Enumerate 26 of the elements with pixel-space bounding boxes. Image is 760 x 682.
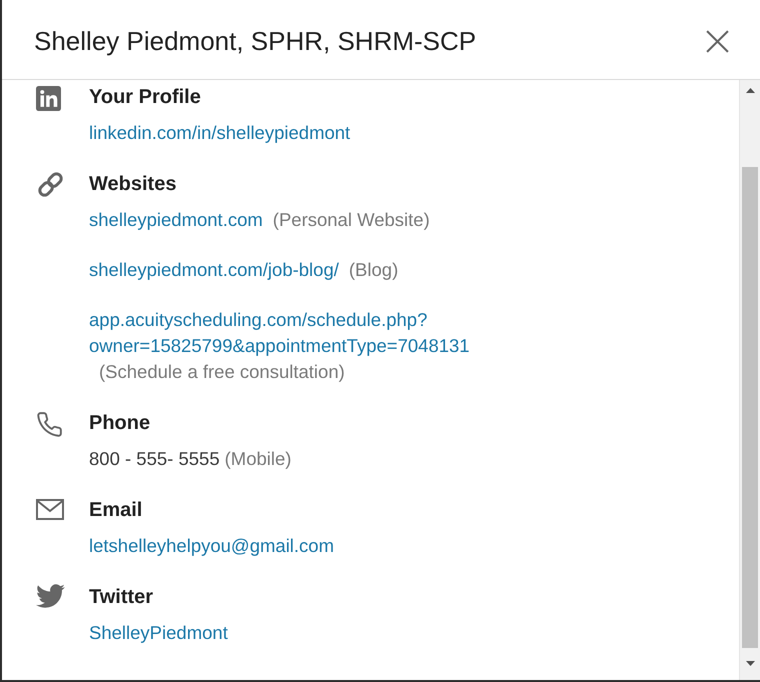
envelope-icon bbox=[36, 499, 64, 520]
section-heading: Phone bbox=[89, 411, 152, 436]
close-icon bbox=[704, 28, 730, 54]
website-link[interactable]: shelleypiedmont.com bbox=[89, 207, 263, 233]
scrollbar-thumb[interactable] bbox=[742, 167, 758, 648]
email-link[interactable]: letshelleyhelpyou@gmail.com bbox=[89, 533, 334, 559]
twitter-handle-link[interactable]: ShelleyPiedmont bbox=[89, 620, 228, 646]
linkedin-icon bbox=[36, 86, 61, 111]
phone-number: 800 - 555- 5555 bbox=[89, 448, 220, 469]
section-heading: Websites bbox=[89, 172, 178, 197]
entry-label: (Schedule a free consultation) bbox=[99, 361, 345, 382]
entry-label: (Blog) bbox=[348, 259, 398, 280]
website-link[interactable]: app.acuityscheduling.com/schedule.php?owner=15825799&appointmentType=7048131 bbox=[89, 307, 470, 359]
entry-label: (Personal Website) bbox=[272, 209, 430, 230]
section-heading: Your Profile bbox=[89, 85, 202, 110]
section-heading: Twitter bbox=[89, 585, 154, 610]
link-icon bbox=[38, 172, 63, 197]
phone-icon bbox=[37, 412, 62, 437]
bird-icon bbox=[36, 584, 65, 608]
website-link[interactable]: shelleypiedmont.com/job-blog/ bbox=[89, 257, 339, 283]
profile-link[interactable]: linkedin.com/in/shelleypiedmont bbox=[89, 120, 350, 146]
dialog-title: Shelley Piedmont, SPHR, SHRM-SCP bbox=[34, 26, 476, 56]
caret-down-icon bbox=[746, 661, 754, 666]
entry-label: (Mobile) bbox=[224, 448, 292, 469]
section-heading: Email bbox=[89, 498, 144, 523]
caret-up-icon bbox=[746, 88, 754, 93]
